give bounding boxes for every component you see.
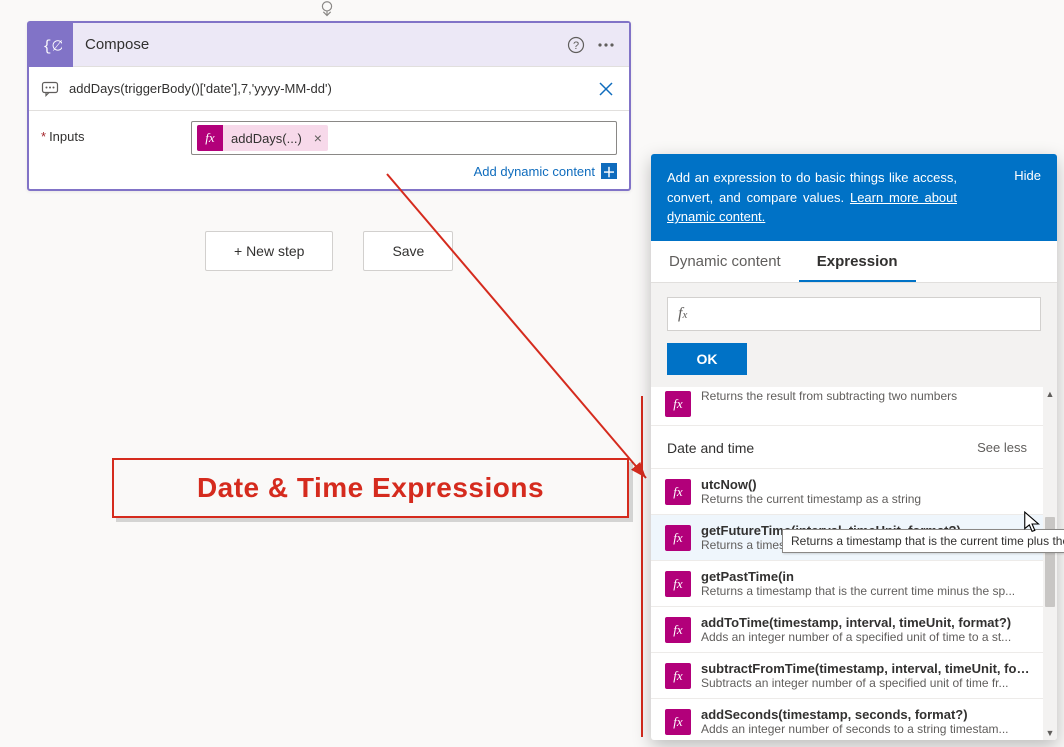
group-name: Date and time: [667, 440, 754, 456]
fx-icon: fx: [665, 525, 691, 551]
more-icon[interactable]: [591, 30, 621, 60]
fx-icon: fx: [665, 479, 691, 505]
scroll-down-icon[interactable]: ▼: [1043, 726, 1057, 740]
see-less-link[interactable]: See less: [977, 440, 1027, 455]
remove-token-icon[interactable]: ×: [308, 130, 328, 146]
item-desc: Adds an integer number of a specified un…: [701, 630, 1011, 644]
item-desc: Returns the result from subtracting two …: [701, 389, 957, 403]
group-header-datetime: Date and time See less: [651, 426, 1043, 468]
svg-text:?: ?: [573, 40, 579, 52]
expression-item-getpasttime[interactable]: fx getPastTime(in Returns a timestamp th…: [651, 560, 1043, 606]
item-desc: Returns a timestamp that is the current …: [701, 584, 1015, 598]
expression-item-partial[interactable]: fx Returns the result from subtracting t…: [651, 387, 1043, 426]
svg-text:{∅}: {∅}: [43, 39, 62, 55]
compose-action-card: {∅} Compose ? addDays(triggerBody()['dat…: [27, 21, 631, 191]
tooltip: Returns a timestamp that is the current …: [782, 529, 1064, 553]
expression-item-utcnow[interactable]: fx utcNow() Returns the current timestam…: [651, 468, 1043, 514]
fx-icon: fx: [665, 709, 691, 735]
item-desc: Returns the current timestamp as a strin…: [701, 492, 921, 506]
required-mark: *: [41, 129, 46, 144]
expression-item-addtotime[interactable]: fx addToTime(timestamp, interval, timeUn…: [651, 606, 1043, 652]
expression-text-input[interactable]: [695, 305, 1030, 322]
add-dynamic-content-text: Add dynamic content: [474, 164, 595, 179]
expression-preview-icon: [41, 80, 59, 98]
inputs-label: Inputs: [49, 129, 84, 144]
item-desc: Adds an integer number of seconds to a s…: [701, 722, 1009, 736]
fx-icon: fx: [665, 663, 691, 689]
fx-icon: fx: [665, 391, 691, 417]
inputs-field[interactable]: fx addDays(...) ×: [191, 121, 617, 155]
ok-button[interactable]: OK: [667, 343, 747, 375]
item-name: subtractFromTime(timestamp, interval, ti…: [701, 661, 1031, 676]
fx-icon: fx: [197, 125, 223, 151]
expression-token[interactable]: fx addDays(...) ×: [197, 125, 328, 151]
clear-expression-icon[interactable]: [595, 78, 617, 100]
tab-expression[interactable]: Expression: [799, 241, 916, 282]
fx-label-icon: fx: [678, 305, 687, 323]
fx-icon: fx: [665, 571, 691, 597]
scroll-up-icon[interactable]: ▲: [1043, 387, 1057, 401]
item-name: utcNow(): [701, 477, 921, 492]
compose-icon: {∅}: [29, 23, 73, 67]
flow-connector-arrow: [315, 0, 339, 20]
token-label: addDays(...): [223, 131, 308, 146]
help-icon[interactable]: ?: [561, 30, 591, 60]
fx-icon: fx: [665, 617, 691, 643]
item-desc: Subtracts an integer number of a specifi…: [701, 676, 1031, 690]
dynamic-content-popover: Add an expression to do basic things lik…: [651, 154, 1057, 740]
annotation-label: Date & Time Expressions: [197, 472, 544, 504]
annotation-box: Date & Time Expressions: [112, 458, 629, 518]
expression-item-subtractfromtime[interactable]: fx subtractFromTime(timestamp, interval,…: [651, 652, 1043, 698]
tab-dynamic-content[interactable]: Dynamic content: [651, 241, 799, 282]
hide-popover-button[interactable]: Hide: [1014, 168, 1041, 183]
item-name: addToTime(timestamp, interval, timeUnit,…: [701, 615, 1011, 630]
expression-item-addseconds[interactable]: fx addSeconds(timestamp, seconds, format…: [651, 698, 1043, 741]
item-name: addSeconds(timestamp, seconds, format?): [701, 707, 1009, 722]
scrollbar[interactable]: ▲ ▼: [1043, 387, 1057, 741]
add-dynamic-content-link[interactable]: Add dynamic content ＋: [474, 163, 617, 179]
expression-preview-text: addDays(triggerBody()['date'],7,'yyyy-MM…: [69, 81, 595, 96]
save-button[interactable]: Save: [363, 231, 453, 271]
new-step-button[interactable]: + New step: [205, 231, 333, 271]
plus-icon: ＋: [601, 163, 617, 179]
expression-input[interactable]: fx: [667, 297, 1041, 331]
card-title: Compose: [73, 36, 561, 53]
item-name: getPastTime(in: [701, 569, 1015, 584]
